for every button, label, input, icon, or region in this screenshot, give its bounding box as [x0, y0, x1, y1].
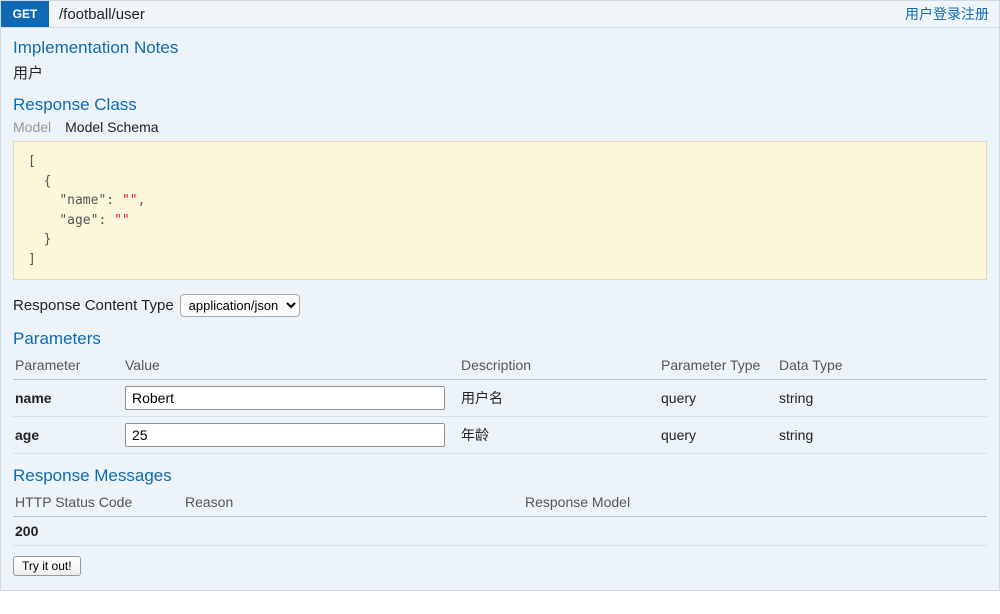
- response-header-code: HTTP Status Code: [13, 490, 183, 517]
- http-method-badge: GET: [1, 1, 49, 27]
- parameter-input-age[interactable]: [125, 423, 445, 447]
- parameter-datatype: string: [777, 417, 987, 454]
- response-header-reason: Reason: [183, 490, 523, 517]
- implementation-notes-title: Implementation Notes: [13, 38, 987, 58]
- api-summary: 用户登录注册: [905, 4, 999, 24]
- response-content-type-row: Response Content Type application/json: [13, 294, 987, 317]
- tab-model[interactable]: Model: [13, 119, 51, 135]
- parameters-header-description: Description: [459, 353, 659, 380]
- parameter-name: name: [13, 380, 123, 417]
- response-code: 200: [13, 517, 183, 546]
- implementation-notes-text: 用户: [13, 62, 987, 83]
- response-row: 200: [13, 517, 987, 546]
- api-path: /football/user: [49, 6, 905, 23]
- response-messages-title: Response Messages: [13, 466, 987, 486]
- parameter-row: name 用户名 query string: [13, 380, 987, 417]
- tab-model-schema[interactable]: Model Schema: [65, 119, 158, 135]
- parameter-type: query: [659, 380, 777, 417]
- response-header-model: Response Model: [523, 490, 987, 517]
- response-content-type-select[interactable]: application/json: [180, 294, 300, 317]
- operation-header[interactable]: GET /football/user 用户登录注册: [0, 0, 1000, 28]
- parameter-description: 用户名: [459, 380, 659, 417]
- parameter-row: age 年龄 query string: [13, 417, 987, 454]
- parameters-header-value: Value: [123, 353, 459, 380]
- parameter-description: 年龄: [459, 417, 659, 454]
- parameter-name: age: [13, 417, 123, 454]
- operation-content: Implementation Notes 用户 Response Class M…: [0, 28, 1000, 591]
- response-class-tabs: Model Model Schema: [13, 119, 987, 135]
- response-class-title: Response Class: [13, 95, 987, 115]
- model-schema-box[interactable]: [ { "name": "", "age": "" } ]: [13, 141, 987, 280]
- parameters-header-parameter: Parameter: [13, 353, 123, 380]
- try-it-out-button[interactable]: Try it out!: [13, 556, 81, 576]
- response-reason: [183, 517, 523, 546]
- parameters-table: Parameter Value Description Parameter Ty…: [13, 353, 987, 454]
- parameters-title: Parameters: [13, 329, 987, 349]
- parameter-datatype: string: [777, 380, 987, 417]
- response-model: [523, 517, 987, 546]
- parameter-type: query: [659, 417, 777, 454]
- response-content-type-label: Response Content Type: [13, 297, 174, 314]
- parameters-header-paramtype: Parameter Type: [659, 353, 777, 380]
- parameter-input-name[interactable]: [125, 386, 445, 410]
- parameters-header-datatype: Data Type: [777, 353, 987, 380]
- response-messages-table: HTTP Status Code Reason Response Model 2…: [13, 490, 987, 546]
